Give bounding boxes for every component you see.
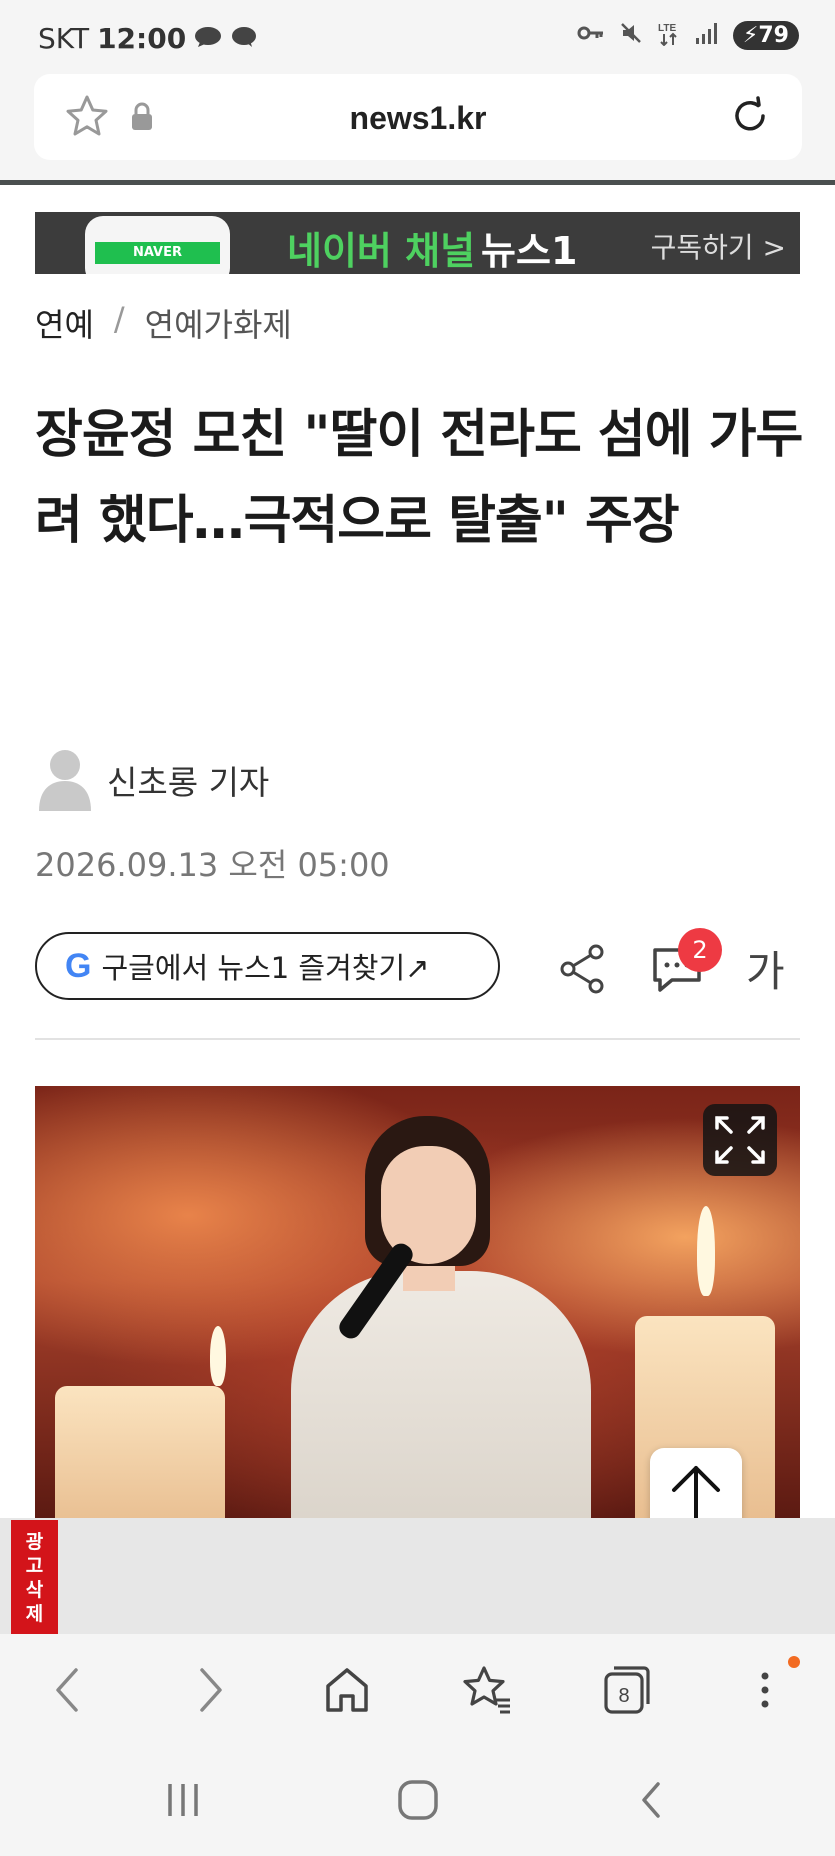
system-back-icon[interactable] [636, 1778, 666, 1826]
more-icon[interactable] [752, 1664, 778, 1720]
singer-dress [291, 1271, 591, 1518]
url-text: news1.kr [349, 100, 487, 136]
phone-illustration: NAVER [85, 216, 230, 274]
expand-icon[interactable] [703, 1104, 777, 1176]
chat-bubble-icon [230, 22, 258, 55]
signal-icon [695, 22, 719, 48]
banner-text: 네이버 채널 [287, 229, 476, 273]
system-navigation-bar [0, 1746, 835, 1856]
author-byline[interactable]: 신초롱 기자 [35, 745, 269, 815]
header-divider [0, 180, 835, 185]
author-name: 신초롱 기자 [107, 763, 270, 802]
naver-logo: NAVER [95, 242, 220, 264]
banner-title: 네이버 채널 뉴스1 [287, 220, 577, 274]
naver-channel-banner[interactable]: NAVER 네이버 채널 뉴스1 구독하기 > [35, 212, 800, 274]
notification-dot [788, 1656, 800, 1668]
forward-icon[interactable] [190, 1664, 230, 1720]
breadcrumb-subsection[interactable]: 연예가화제 [145, 300, 292, 346]
banner-brand: 뉴스1 [481, 229, 578, 273]
share-icon[interactable] [556, 942, 610, 1000]
status-bar: SKT 12:00 LTE ⚡79 [0, 0, 835, 70]
breadcrumb-section[interactable]: 연예 [35, 300, 94, 346]
battery-indicator: ⚡79 [732, 20, 799, 50]
avatar [35, 745, 95, 815]
ad-banner[interactable] [0, 1518, 835, 1634]
reload-icon[interactable] [728, 94, 772, 142]
section-divider [35, 1038, 800, 1040]
lte-icon: LTE [657, 20, 681, 50]
browser-toolbar: news1.kr [0, 70, 835, 180]
flame-left [210, 1326, 226, 1386]
browser-bottom-bar: 8 [0, 1634, 835, 1746]
clock: 12:00 [97, 22, 187, 55]
carrier-label: SKT [38, 22, 90, 55]
font-size-button[interactable]: 가 [746, 938, 785, 999]
address-bar[interactable]: news1.kr [34, 74, 802, 160]
tab-count: 8 [618, 1685, 629, 1707]
subscribe-link[interactable]: 구독하기 > [651, 226, 786, 266]
google-favorite-label: 구글에서 뉴스1 즐겨찾기↗ [101, 951, 430, 985]
mute-icon [619, 21, 643, 49]
recent-apps-icon[interactable] [162, 1778, 204, 1826]
breadcrumb: 연예 / 연예가화제 [35, 300, 292, 346]
talk-icon [194, 22, 222, 55]
google-favorite-button[interactable]: G 구글에서 뉴스1 즐겨찾기↗ [35, 932, 500, 1000]
home-icon[interactable] [322, 1664, 372, 1720]
flame-right [697, 1206, 715, 1296]
status-left: SKT 12:00 [38, 22, 258, 55]
ad-close-label: 광고삭제 [25, 1531, 44, 1625]
battery-level: 79 [758, 22, 789, 48]
breadcrumb-separator: / [113, 300, 125, 338]
published-date: 2026.09.13 오전 05:00 [35, 846, 390, 884]
candle-left [55, 1386, 225, 1518]
bookmarks-icon[interactable] [460, 1664, 514, 1720]
back-icon[interactable] [48, 1664, 88, 1720]
home-button-icon[interactable] [396, 1778, 440, 1826]
svg-text:LTE: LTE [658, 23, 676, 34]
article-headline: 장윤정 모친 "딸이 전라도 섬에 가두려 했다…극적으로 탈출" 주장 [35, 405, 803, 551]
status-right: LTE ⚡79 [577, 20, 799, 50]
ad-close-button[interactable]: 광고삭제 [11, 1520, 58, 1634]
google-icon: G [65, 946, 92, 985]
tabs-icon[interactable]: 8 [602, 1664, 652, 1720]
key-icon [577, 24, 605, 46]
comment-count-badge: 2 [678, 928, 722, 972]
